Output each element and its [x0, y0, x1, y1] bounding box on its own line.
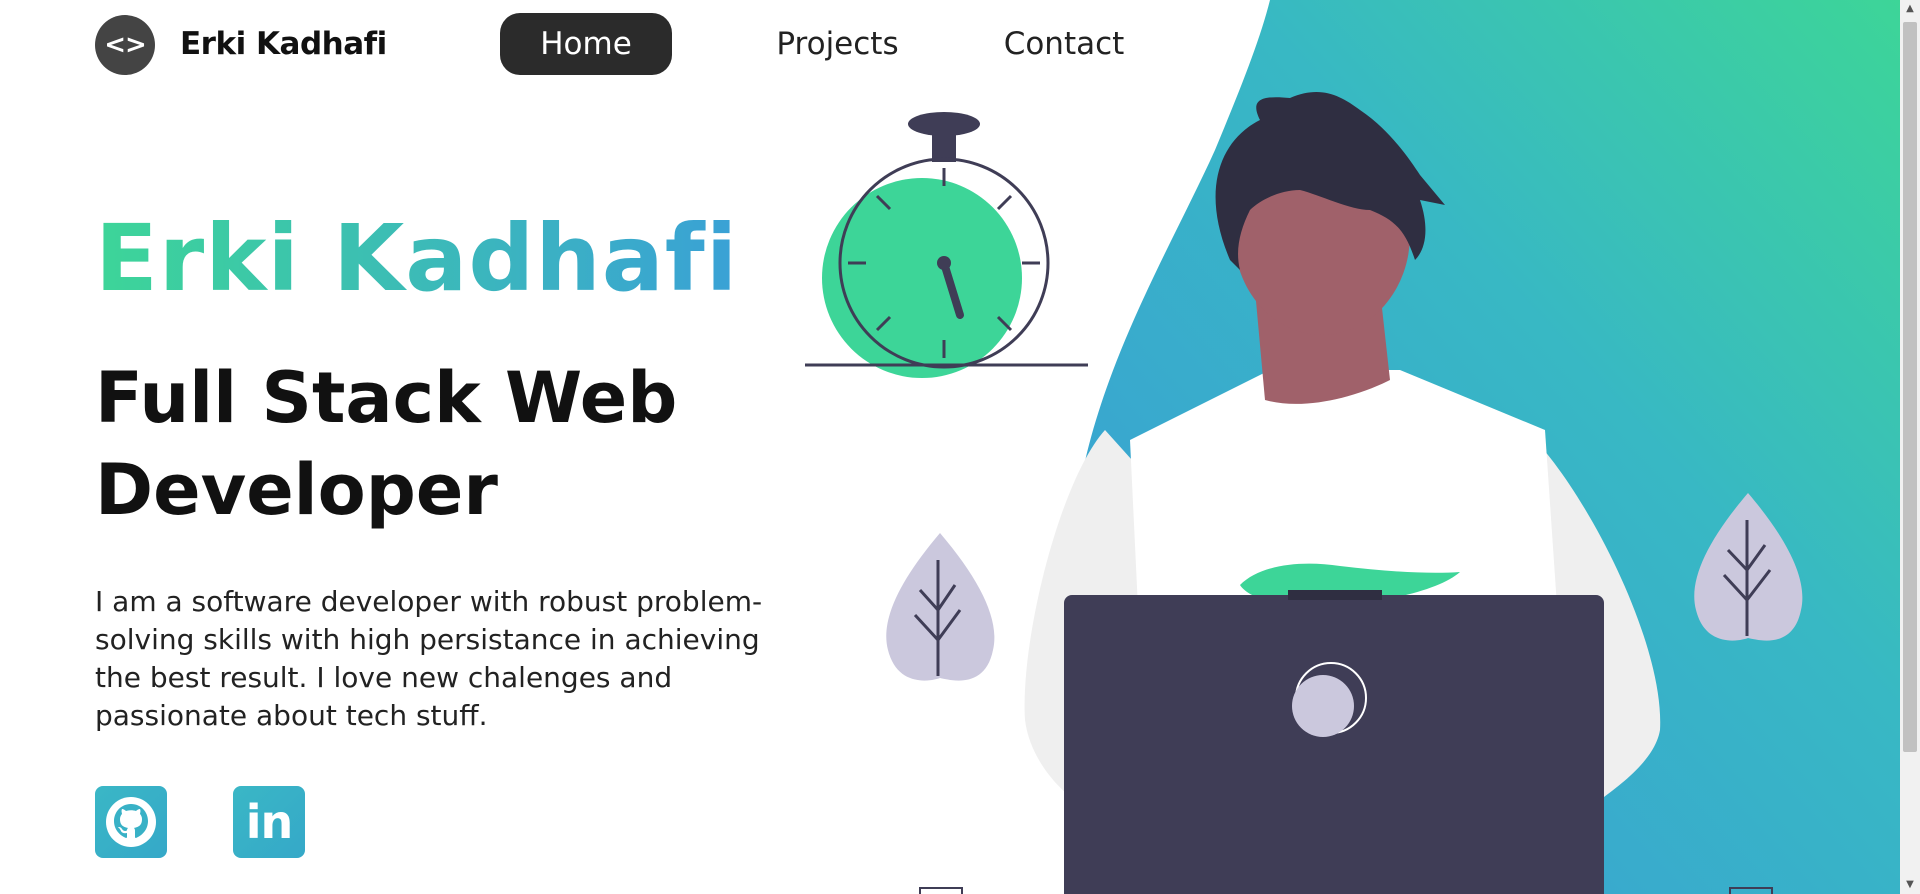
logo-icon[interactable]: <>: [95, 15, 155, 75]
github-icon: [106, 797, 156, 847]
nav-projects-link[interactable]: Projects: [760, 13, 915, 75]
linkedin-icon: in: [245, 795, 294, 849]
github-link[interactable]: [95, 786, 167, 858]
nav-home-link[interactable]: Home: [500, 13, 672, 75]
hero-role-heading: Full Stack Web Developer: [95, 357, 678, 531]
scroll-up-arrow-icon[interactable]: ▲: [1900, 0, 1920, 18]
top-navbar: <> Erki Kadhafi Home Projects Contact: [0, 0, 1900, 90]
page: <> Erki Kadhafi Home Projects Contact Er…: [0, 0, 1920, 894]
stopwatch-icon: [805, 112, 1088, 378]
scroll-down-arrow-icon[interactable]: ▼: [1900, 876, 1920, 894]
linkedin-link[interactable]: in: [233, 786, 305, 858]
brand-name[interactable]: Erki Kadhafi: [180, 26, 387, 62]
scroll-thumb[interactable]: [1903, 22, 1917, 752]
nav-contact-link[interactable]: Contact: [990, 13, 1138, 75]
hero-name-heading: Erki Kadhafi: [95, 205, 739, 312]
hero-description: I am a software developer with robust pr…: [95, 585, 763, 732]
page-scrollbar[interactable]: ▲ ▼: [1900, 0, 1920, 894]
leaf-left-icon: [886, 533, 995, 681]
